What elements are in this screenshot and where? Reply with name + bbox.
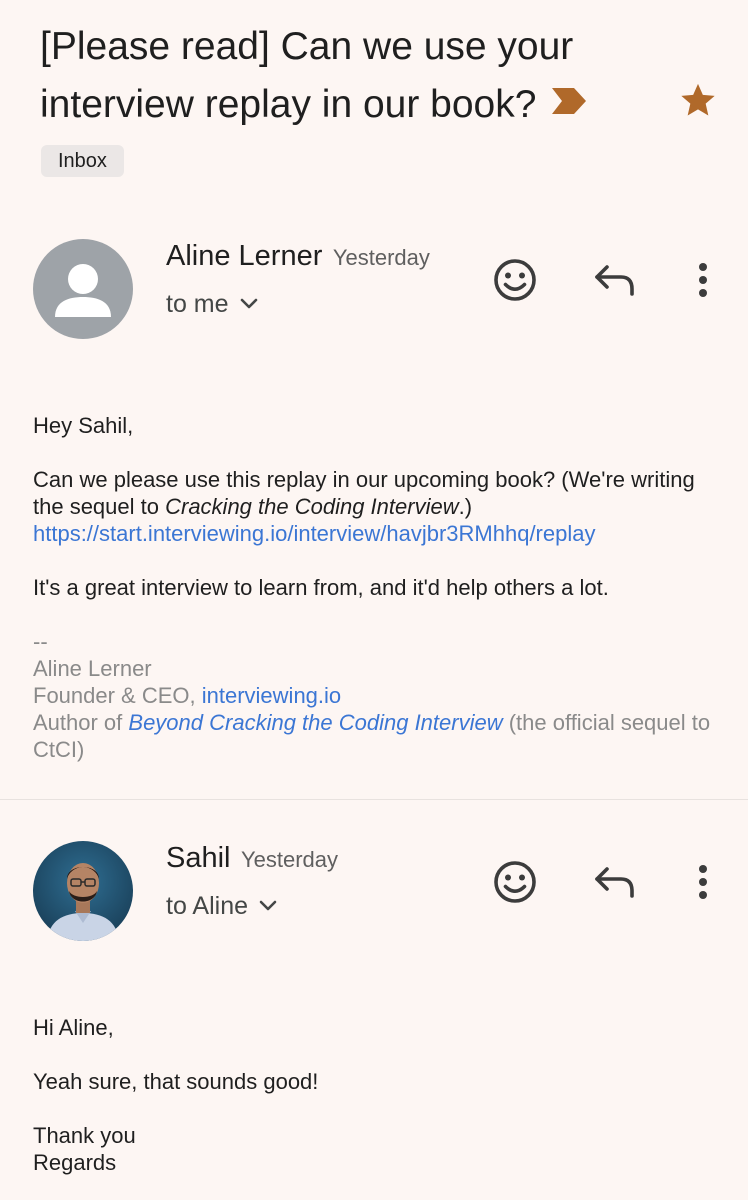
profile-photo (33, 841, 133, 941)
recipient-text: to Aline (166, 892, 249, 920)
message-time: Yesterday (332, 245, 430, 270)
book-link[interactable]: Beyond Cracking the Coding Interview (128, 710, 502, 735)
reply-button[interactable] (591, 858, 639, 906)
three-dots-vertical-icon (699, 263, 707, 297)
person-placeholder-icon (55, 264, 111, 317)
signature-name: Aline Lerner (33, 656, 152, 681)
recipient-text: to me (166, 290, 229, 318)
message-divider (0, 799, 748, 800)
closing: Thank you Regards (33, 1122, 723, 1176)
signature: -- Aline Lerner Founder & CEO, interviewin… (33, 628, 723, 763)
chevron-down-icon (258, 891, 278, 920)
avatar[interactable] (33, 239, 133, 339)
chevron-down-icon (239, 289, 259, 318)
message-time: Yesterday (240, 847, 338, 872)
signature-author: Author of (33, 710, 129, 735)
more-options-button[interactable] (679, 858, 727, 906)
smiley-icon (494, 861, 536, 903)
reply-button[interactable] (591, 256, 639, 304)
sender-line: Aline Lerner Yesterday (166, 240, 430, 273)
sender-name[interactable]: Sahil (166, 842, 231, 874)
subject-text: [Please read] Can we use your interview … (40, 25, 574, 126)
body-paragraph: Can we please use this replay in our upc… (33, 466, 723, 547)
add-reaction-button[interactable] (491, 256, 539, 304)
avatar[interactable] (33, 841, 133, 941)
recipient-details-toggle[interactable]: to Aline (166, 892, 278, 922)
sender-name[interactable]: Aline Lerner (166, 240, 322, 272)
star-icon[interactable] (676, 80, 720, 120)
book-title: Cracking the Coding Interview (165, 494, 459, 519)
signature-separator: -- (33, 629, 48, 654)
add-reaction-button[interactable] (491, 858, 539, 906)
thread-header: [Please read] Can we use your interview … (40, 18, 640, 136)
body-paragraph: It's a great interview to learn from, an… (33, 575, 609, 600)
closing-line: Thank you (33, 1123, 136, 1148)
label-chip-inbox[interactable]: Inbox (41, 145, 124, 177)
message-body: Hi Aline, Yeah sure, that sounds good! T… (33, 1014, 723, 1176)
greeting: Hey Sahil, (33, 413, 134, 438)
body-text: .) (458, 494, 473, 519)
company-link[interactable]: interviewing.io (202, 683, 341, 708)
email-subject: [Please read] Can we use your interview … (40, 18, 640, 136)
more-options-button[interactable] (679, 256, 727, 304)
reply-arrow-icon (595, 867, 634, 898)
body-paragraph: Yeah sure, that sounds good! (33, 1069, 319, 1094)
replay-link[interactable]: https://start.interviewing.io/interview/… (33, 521, 595, 546)
greeting: Hi Aline, (33, 1015, 114, 1040)
three-dots-vertical-icon (699, 865, 707, 899)
smiley-icon (494, 259, 536, 301)
reply-arrow-icon (595, 265, 634, 296)
importance-marker-icon[interactable] (550, 75, 588, 133)
closing-line: Regards (33, 1150, 117, 1175)
recipient-details-toggle[interactable]: to me (166, 290, 259, 320)
signature-title: Founder & CEO, (33, 683, 202, 708)
message-body: Hey Sahil, Can we please use this replay… (33, 412, 723, 763)
sender-line: Sahil Yesterday (166, 842, 338, 875)
